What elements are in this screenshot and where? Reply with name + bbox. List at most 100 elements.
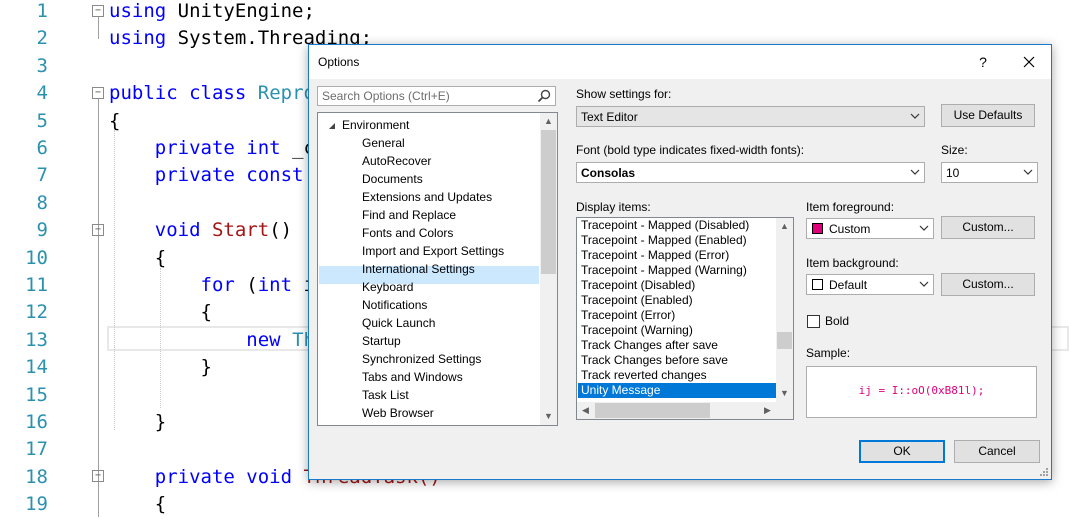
code-line[interactable]: public class Repro (109, 80, 315, 107)
fold-toggle-icon[interactable]: − (92, 470, 104, 482)
tree-item-synchronized-settings[interactable]: Synchronized Settings (362, 350, 481, 368)
font-label: Font (bold type indicates fixed-width fo… (576, 143, 805, 157)
scroll-down-icon[interactable]: ▼ (540, 408, 557, 425)
code-token: UnityEngine; (166, 0, 315, 22)
line-number: 16 (25, 411, 48, 433)
bold-label[interactable]: Bold (825, 314, 849, 328)
ok-button[interactable]: OK (859, 440, 945, 463)
tree-item-extensions-and-updates[interactable]: Extensions and Updates (362, 188, 492, 206)
code-line[interactable]: private const (109, 162, 304, 189)
code-token: } (154, 411, 167, 433)
code-token: int (246, 137, 281, 159)
code-line[interactable]: { (109, 491, 166, 518)
show-settings-dropdown[interactable]: Text Editor (576, 106, 925, 127)
display-items-vthumb[interactable] (777, 332, 792, 349)
tree-item-fonts-and-colors[interactable]: Fonts and Colors (362, 224, 453, 242)
display-item[interactable]: Track Changes before save (578, 353, 776, 368)
display-item[interactable]: Tracepoint (Disabled) (578, 278, 776, 293)
line-number: 18 (25, 465, 48, 488)
foreground-custom-button[interactable]: Custom... (941, 216, 1035, 239)
resize-grip-icon[interactable] (1038, 466, 1048, 476)
display-item[interactable]: Tracepoint (Warning) (578, 323, 776, 338)
search-input[interactable] (318, 87, 534, 105)
tree-item-startup[interactable]: Startup (362, 332, 401, 350)
cancel-button[interactable]: Cancel (954, 440, 1040, 463)
display-item[interactable]: Tracepoint - Mapped (Enabled) (578, 233, 776, 248)
code-token: } (200, 356, 212, 379)
expanded-triangle-icon[interactable] (328, 122, 336, 130)
code-token: const (246, 164, 304, 187)
show-settings-value: Text Editor (581, 110, 638, 124)
show-settings-label: Show settings for: (576, 87, 672, 101)
tree-item-tabs-and-windows[interactable]: Tabs and Windows (362, 368, 463, 386)
code-line[interactable]: { (109, 245, 166, 272)
scroll-right-icon[interactable]: ▶ (759, 402, 776, 419)
tree-item-documents[interactable]: Documents (362, 170, 423, 188)
tree-item-task-list[interactable]: Task List (362, 386, 409, 404)
display-items-vscrollbar[interactable]: ▲ ▼ (776, 218, 793, 402)
help-button[interactable]: ? (971, 51, 995, 73)
indent-guide (160, 268, 161, 408)
tree-item-find-and-replace[interactable]: Find and Replace (362, 206, 456, 224)
size-dropdown[interactable]: 10 (941, 162, 1038, 183)
fold-toggle-icon[interactable]: − (92, 87, 104, 99)
close-button[interactable] (1015, 50, 1043, 74)
tree-item-general[interactable]: General (362, 134, 405, 152)
code-line[interactable]: using UnityEngine; (109, 0, 315, 25)
tree-item-keyboard[interactable]: Keyboard (362, 278, 413, 296)
code-line[interactable]: new Th (109, 327, 315, 354)
display-items-hthumb[interactable] (595, 403, 710, 418)
scroll-up-icon[interactable]: ▲ (776, 218, 793, 235)
display-item[interactable]: Tracepoint - Mapped (Disabled) (578, 218, 776, 233)
code-line[interactable]: for (int i (109, 272, 315, 299)
display-item[interactable]: Unity Message (578, 383, 776, 398)
tree-item-import-and-export-settings[interactable]: Import and Export Settings (362, 242, 504, 260)
display-item[interactable]: Track reverted changes (578, 368, 776, 383)
tree-item-environment[interactable]: Environment (328, 116, 409, 134)
tree-item-autorecover[interactable]: AutoRecover (362, 152, 431, 170)
bold-checkbox[interactable] (807, 315, 820, 328)
display-item[interactable]: Tracepoint - Mapped (Error) (578, 248, 776, 263)
code-line[interactable]: private int _c (109, 135, 315, 162)
fold-toggle-icon[interactable]: − (92, 5, 104, 17)
fold-toggle-icon[interactable]: − (92, 224, 104, 236)
display-item[interactable]: Tracepoint (Enabled) (578, 293, 776, 308)
dialog-titlebar[interactable]: Options ? (309, 45, 1051, 79)
display-items-list[interactable]: Tracepoint - Mapped (Disabled) Tracepoint… (576, 217, 794, 420)
tree-item-notifications[interactable]: Notifications (362, 296, 427, 314)
line-number: 14 (25, 356, 48, 379)
item-background-dropdown[interactable]: Default (806, 274, 934, 295)
display-items-hscrollbar[interactable]: ◀ ▶ (577, 402, 776, 419)
search-options-field[interactable] (317, 86, 556, 106)
tree-scrollbar[interactable]: ▲ ▼ (540, 113, 557, 425)
tree-item-quick-launch[interactable]: Quick Launch (362, 314, 435, 332)
scroll-down-icon[interactable]: ▼ (776, 385, 793, 402)
tree-item-international-settings[interactable]: International Settings (362, 260, 475, 278)
code-line[interactable]: } (109, 409, 166, 436)
line-number: 11 (25, 274, 48, 296)
scroll-up-icon[interactable]: ▲ (540, 113, 557, 130)
scroll-left-icon[interactable]: ◀ (577, 402, 594, 419)
background-custom-button[interactable]: Custom... (941, 273, 1035, 296)
use-defaults-button[interactable]: Use Defaults (941, 104, 1035, 127)
options-category-tree[interactable]: Environment General AutoRecover Documents E… (317, 112, 558, 426)
code-token: int (257, 274, 293, 296)
item-foreground-dropdown[interactable]: Custom (806, 218, 934, 239)
tree-item-web-browser[interactable]: Web Browser (362, 404, 434, 422)
tree-item-projects-and-solutions[interactable]: Projects and Solutions (362, 422, 481, 425)
line-number: 7 (36, 164, 48, 187)
search-icon[interactable] (537, 89, 551, 103)
fold-guide-line (98, 99, 99, 517)
display-item[interactable]: Track Changes after save (578, 338, 776, 353)
display-item[interactable]: Tracepoint (Error) (578, 308, 776, 323)
display-item[interactable]: Tracepoint - Mapped (Warning) (578, 263, 776, 278)
code-line[interactable]: void Start() (109, 217, 292, 244)
sample-text: ij = I::oO(0xB81l); (858, 384, 985, 397)
font-dropdown[interactable]: Consolas (576, 162, 925, 183)
tree-scroll-thumb[interactable] (541, 130, 556, 274)
